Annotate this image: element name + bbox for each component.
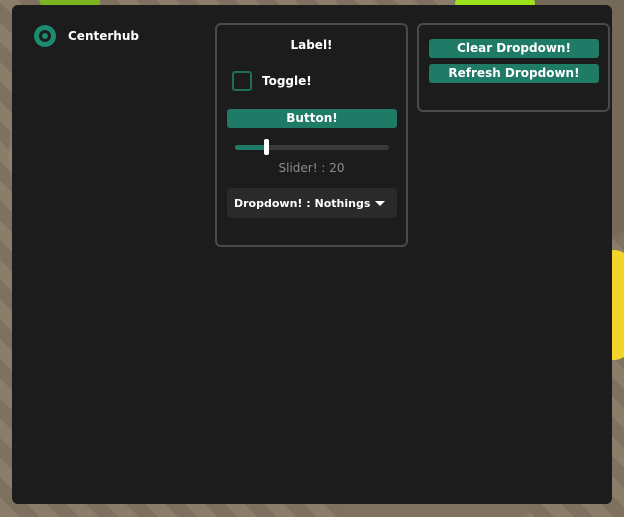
main-panel: Label! Toggle! Button! Slider! : 20 Drop… (215, 23, 408, 247)
refresh-dropdown-button[interactable]: Refresh Dropdown! (429, 64, 599, 83)
slider-handle[interactable] (263, 139, 269, 155)
main-button[interactable]: Button! (227, 109, 397, 128)
slider-fill (235, 145, 266, 150)
side-panel: Clear Dropdown! Refresh Dropdown! (417, 23, 610, 112)
toggle[interactable]: Toggle! (232, 71, 312, 91)
clear-dropdown-button[interactable]: Clear Dropdown! (429, 39, 599, 58)
app-title: Centerhub (68, 29, 139, 43)
dropdown[interactable]: Dropdown! : Nothings (227, 188, 397, 218)
panel-label: Label! (290, 38, 333, 52)
slider-value-label: Slider! : 20 (278, 161, 345, 175)
brand: Centerhub (34, 25, 139, 47)
toggle-checkbox[interactable] (232, 71, 252, 91)
hub-window: Centerhub Label! Toggle! Button! Slider!… (12, 5, 612, 504)
target-icon (34, 25, 56, 47)
slider-track[interactable] (235, 139, 389, 155)
toggle-label: Toggle! (262, 74, 312, 88)
chevron-down-icon (375, 201, 385, 206)
dropdown-selected-value: Dropdown! : Nothings (234, 196, 371, 210)
